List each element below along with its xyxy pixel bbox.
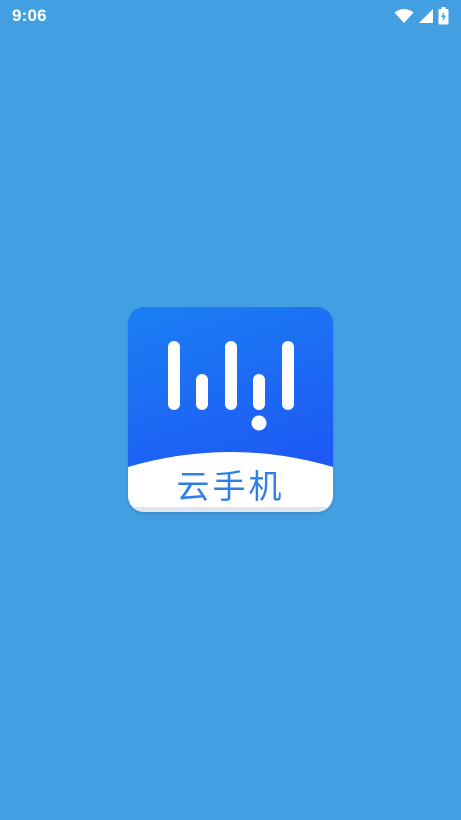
status-icons bbox=[394, 7, 449, 25]
app-logo-label: 云手机 bbox=[176, 467, 285, 506]
app-logo: 云手机 bbox=[128, 307, 333, 512]
battery-charging-icon bbox=[438, 7, 449, 25]
status-bar: 9:06 bbox=[0, 0, 461, 32]
wifi-icon bbox=[394, 8, 414, 24]
cellular-signal-icon bbox=[418, 8, 434, 24]
status-time: 9:06 bbox=[12, 6, 47, 25]
